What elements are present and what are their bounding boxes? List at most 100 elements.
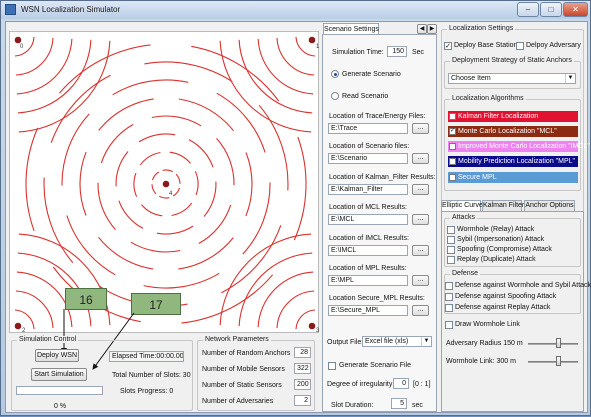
defense-checkbox-2[interactable] [445, 304, 453, 312]
algorithm-label-2: Improved Monte Carlo Localization "IMCL" [458, 143, 590, 150]
path-label-6: Location Secure_MPL Results: [329, 295, 425, 302]
algorithm-row-2[interactable]: Improved Monte Carlo Localization "IMCL" [448, 141, 590, 152]
simulation-time-unit: Sec [412, 49, 425, 56]
degree-irregularity-range: [0 : 1] [413, 381, 431, 388]
wormhole-link-track[interactable] [528, 361, 578, 363]
chevron-down-icon: ▼ [421, 337, 431, 346]
algorithm-label-3: Mobility Prediction Localization "MPL" [458, 158, 576, 165]
browse-button-1[interactable]: ... [412, 153, 429, 164]
deploy-adversary-checkbox[interactable] [516, 42, 524, 50]
simulation-time-input[interactable]: 150 [387, 46, 407, 57]
generate-scenario-radio[interactable] [331, 70, 339, 78]
simulation-control-title: Simulation Control [17, 336, 79, 343]
attack-checkbox-2[interactable] [447, 246, 455, 254]
attack-checkbox-1[interactable] [447, 236, 455, 244]
algorithm-checkbox-3[interactable] [449, 158, 456, 165]
path-label-0: Location of Trace/Energy Files: [329, 113, 426, 120]
tab-kalman-filter[interactable]: Kalman Filter [482, 200, 524, 211]
algorithm-checkbox-4[interactable] [449, 174, 456, 181]
defense-checkbox-0[interactable] [445, 282, 453, 290]
algorithm-row-0[interactable]: Kalman Filter Localization [448, 111, 578, 122]
tab-next-button[interactable]: ▶ [427, 24, 437, 34]
draw-wormhole-link-label: Draw Wormhole Link [455, 321, 520, 328]
localization-algorithms-title: Localization Algorithms [450, 95, 526, 102]
read-scenario-radio[interactable] [331, 92, 339, 100]
param-label-static: Number of Static Sensors [202, 382, 282, 389]
defense-label-0: Defense against Wormhole and Sybil Attac… [455, 282, 591, 289]
elapsed-time-display: Elapsed Time:00:00.000 [109, 351, 184, 362]
degree-irregularity-input[interactable]: 0 [393, 378, 409, 389]
tab-elliptic-curve[interactable]: Elliptic Curve [441, 200, 483, 211]
adversary-radius-track[interactable] [528, 343, 578, 345]
deployment-strategy-select[interactable]: Choose Item ▼ [448, 73, 576, 84]
deploy-base-station-checkbox[interactable]: ✓ [444, 42, 452, 50]
output-file-select[interactable]: Excel file (xls) ▼ [362, 336, 432, 347]
algorithm-checkbox-2[interactable] [449, 143, 456, 150]
slot-duration-label: Slot Duration: [331, 402, 374, 409]
browse-button-4[interactable]: ... [412, 245, 429, 256]
tab-prev-button[interactable]: ◀ [417, 24, 427, 34]
defense-checkbox-1[interactable] [445, 293, 453, 301]
path-input-4[interactable]: E:\IMCL [328, 245, 408, 256]
path-label-4: Location of IMCL Results: [329, 235, 409, 242]
param-input-static[interactable]: 200 [294, 379, 311, 390]
chevron-down-icon: ▼ [565, 74, 575, 83]
path-input-5[interactable]: E:\MPL [328, 275, 408, 286]
browse-button-2[interactable]: ... [412, 184, 429, 195]
algorithm-label-0: Kalman Filter Localization [458, 113, 539, 120]
browse-button-3[interactable]: ... [412, 214, 429, 225]
algorithm-checkbox-0[interactable] [449, 113, 456, 120]
deploy-base-station-label: Deploy Base Station [454, 42, 518, 49]
defense-title: Defense [450, 270, 481, 277]
start-simulation-button[interactable]: Start Simulation [31, 368, 87, 381]
deployment-strategy-value: Choose Item [451, 75, 491, 82]
path-label-5: Location of MPL Results: [329, 265, 407, 272]
browse-button-6[interactable]: ... [412, 305, 429, 316]
path-input-2[interactable]: E:\Kalman_Filter [328, 184, 408, 195]
attack-checkbox-3[interactable] [447, 256, 455, 264]
algorithm-checkbox-1[interactable]: ✓ [449, 128, 456, 135]
slots-progress-label: Slots Progress: 0 [120, 388, 174, 395]
defense-label-2: Defense against Replay Attack [455, 304, 551, 311]
param-input-anchors[interactable]: 28 [294, 347, 311, 358]
algorithm-row-3[interactable]: Mobility Prediction Localization "MPL" [448, 156, 578, 167]
browse-button-0[interactable]: ... [412, 123, 429, 134]
wormhole-link-slider[interactable] [556, 356, 561, 366]
deploy-adversary-label: Delpoy Adversary [526, 42, 581, 49]
generate-scenario-file-label: Generate Scenario File [339, 362, 411, 369]
adversary-radius-slider[interactable] [556, 338, 561, 348]
slot-duration-input[interactable]: 5 [391, 398, 407, 409]
generate-scenario-file-checkbox[interactable] [328, 362, 336, 370]
simulation-progress-bar [16, 386, 103, 395]
generate-scenario-label: Generate Scenario [342, 71, 401, 78]
read-scenario-label: Read Scenario [342, 93, 389, 100]
adversary-radius-label: Adversary Radius 150 m [446, 340, 523, 347]
deploy-wsn-button[interactable]: Deploy WSN [35, 349, 79, 362]
path-input-0[interactable]: E:\Trace [328, 123, 408, 134]
output-file-label: Output File: [327, 339, 364, 346]
algorithm-row-4[interactable]: Secure MPL [448, 172, 578, 183]
param-input-adversaries[interactable]: 2 [294, 395, 311, 406]
param-input-mobile[interactable]: 322 [294, 363, 311, 374]
path-label-3: Location of MCL Results: [329, 204, 407, 211]
attack-checkbox-0[interactable] [447, 226, 455, 234]
draw-wormhole-link-checkbox[interactable] [445, 321, 453, 329]
attacks-title: Attacks [450, 214, 477, 221]
browse-button-5[interactable]: ... [412, 275, 429, 286]
param-label-adversaries: Number of Adversaries [202, 398, 274, 405]
path-label-1: Location of Scenario files: [329, 143, 410, 150]
algorithm-label-4: Secure MPL [458, 174, 497, 181]
total-slots-label: Total Number of Slots: 30 [112, 372, 191, 379]
network-parameters-title: Network Parameters [203, 336, 271, 343]
attack-label-2: Spoofing (Compromise) Attack [457, 246, 552, 253]
path-input-3[interactable]: E:\MCL [328, 214, 408, 225]
app-window: WSN Localization Simulator – □ ✕ 01234 1… [0, 0, 591, 416]
deployment-strategy-title: Deployment Strategy of Static Anchors [450, 57, 574, 64]
wormhole-link-label: Wormhole Link: 300 m [446, 358, 516, 365]
defense-label-1: Defense against Spoofing Attack [455, 293, 557, 300]
tab-anchor-options[interactable]: Anchor Options [524, 200, 575, 211]
attack-label-1: Sybil (Impersonation) Attack [457, 236, 545, 243]
path-input-6[interactable]: E:\Secure_MPL [328, 305, 408, 316]
path-input-1[interactable]: E:\Scenario [328, 153, 408, 164]
algorithm-row-1[interactable]: ✓ Monte Carlo Localization "MCL" [448, 126, 578, 137]
